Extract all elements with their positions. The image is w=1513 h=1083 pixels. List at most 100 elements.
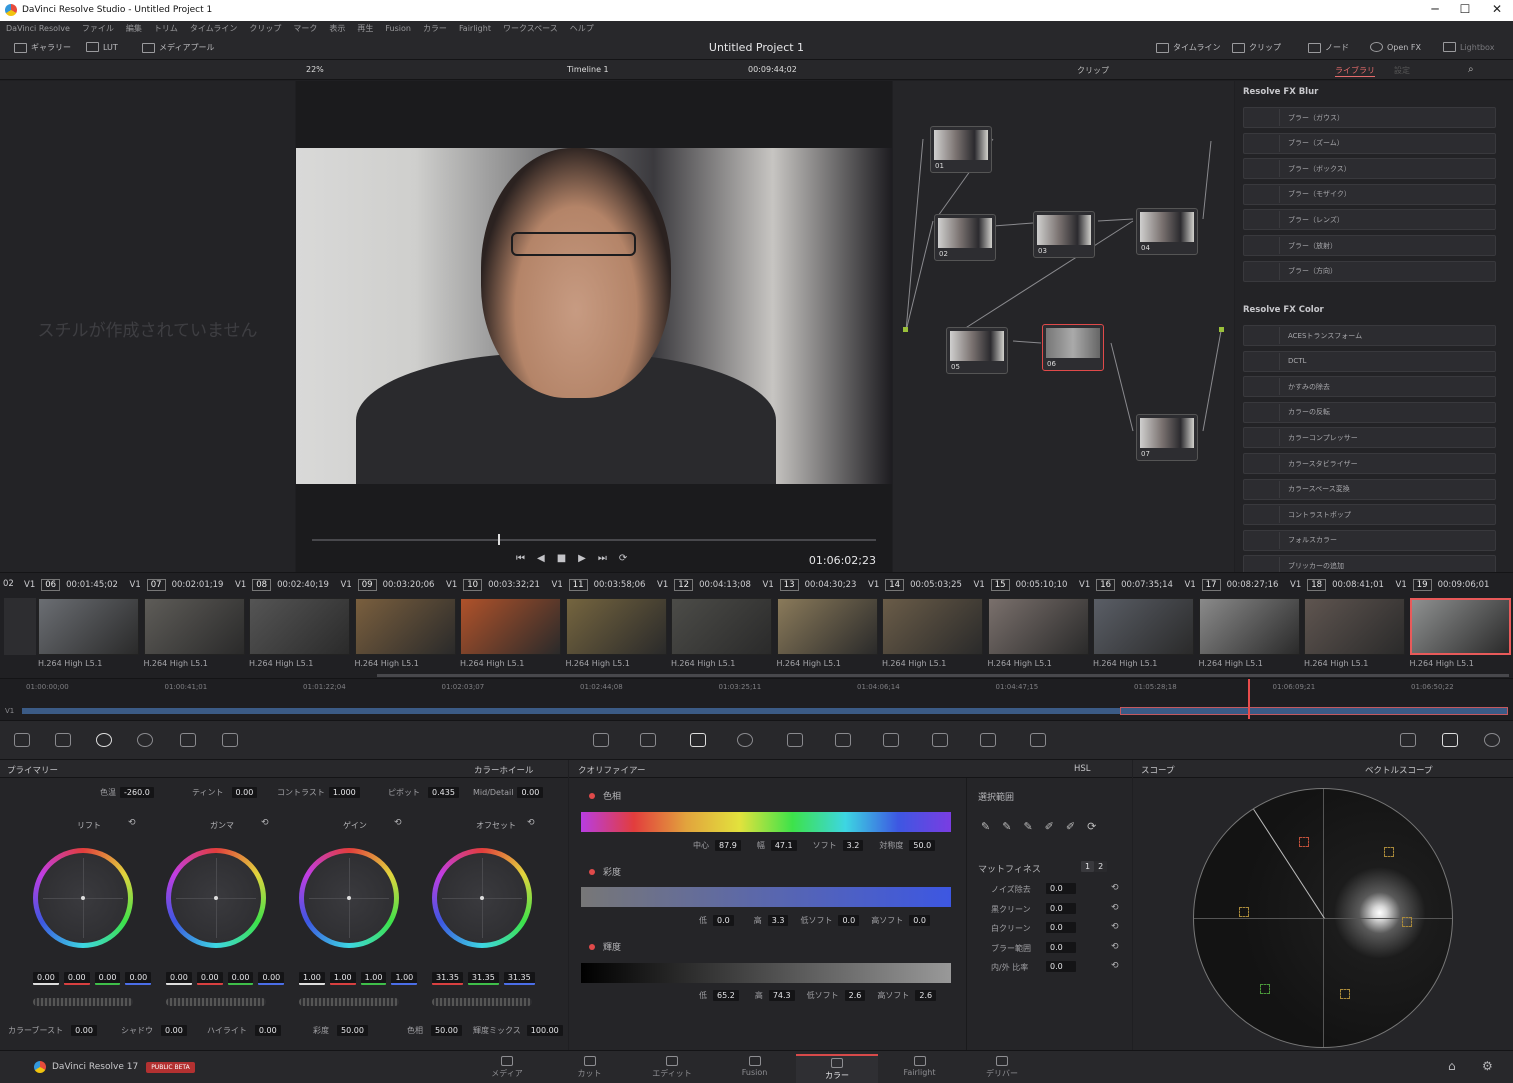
curves-icon[interactable] bbox=[593, 733, 609, 747]
loop-icon[interactable]: ⟳ bbox=[619, 553, 627, 564]
lummix-value[interactable]: 100.00 bbox=[526, 1025, 563, 1036]
matte-row-reset-icon[interactable]: ⟲ bbox=[1111, 922, 1119, 932]
matte-tab-1[interactable]: 1 bbox=[1081, 861, 1095, 872]
lum-range-bar[interactable] bbox=[581, 963, 951, 983]
reset-selection-icon[interactable]: ⟳ bbox=[1087, 820, 1096, 833]
close-button[interactable]: ✕ bbox=[1482, 2, 1512, 18]
nodes-toggle-button[interactable]: ノード bbox=[1308, 42, 1349, 53]
tint-value[interactable]: 0.00 bbox=[231, 787, 258, 798]
highlight-value[interactable]: 0.00 bbox=[254, 1025, 281, 1036]
clip-thumbnail[interactable] bbox=[882, 598, 983, 655]
matte-row-reset-icon[interactable]: ⟲ bbox=[1111, 942, 1119, 952]
window-icon[interactable] bbox=[737, 733, 753, 747]
feather-plus-icon[interactable]: ✐ bbox=[1066, 820, 1075, 833]
clip-number[interactable]: 14 bbox=[885, 579, 905, 591]
fx-category-blur-header[interactable]: Resolve FX Blur bbox=[1243, 87, 1318, 97]
wheel-value[interactable]: 0.00 bbox=[94, 972, 121, 985]
fx-item-blur-5[interactable]: ブラー（放射） bbox=[1243, 235, 1496, 256]
clip-number[interactable]: 09 bbox=[357, 579, 377, 591]
color-match-icon[interactable] bbox=[55, 733, 71, 747]
color-wheels-icon[interactable] bbox=[96, 733, 112, 747]
wheel-center-handle[interactable] bbox=[347, 896, 351, 900]
viewer-scrubber[interactable] bbox=[312, 539, 876, 541]
matte-row-value[interactable]: 0.0 bbox=[1046, 922, 1076, 933]
menu-item-0[interactable]: DaVinci Resolve bbox=[6, 24, 70, 33]
hue-section-title[interactable]: 色相 bbox=[589, 789, 621, 802]
menu-item-1[interactable]: ファイル bbox=[82, 23, 114, 34]
matte-row-value[interactable]: 0.0 bbox=[1046, 883, 1076, 894]
clip-thumbnail[interactable] bbox=[565, 598, 667, 655]
fx-item-blur-2[interactable]: ブラー（ボックス） bbox=[1243, 158, 1496, 180]
middetail-value[interactable]: 0.00 bbox=[517, 787, 544, 798]
mini-timeline-playhead[interactable] bbox=[1248, 679, 1250, 719]
node-03[interactable]: 03 bbox=[1033, 211, 1095, 258]
viewer-playhead[interactable] bbox=[498, 534, 500, 545]
hdr-wheels-icon[interactable] bbox=[137, 733, 153, 747]
node-06[interactable]: 06 bbox=[1042, 324, 1104, 371]
fx-item-blur-6[interactable]: ブラー（方向） bbox=[1243, 260, 1496, 282]
clip-number[interactable]: 12 bbox=[674, 579, 694, 591]
viewer-toggle-icon[interactable] bbox=[1400, 733, 1416, 747]
wheel-value[interactable]: 0.00 bbox=[227, 972, 254, 985]
sat-high-value[interactable]: 3.3 bbox=[767, 915, 789, 926]
lum-section-title[interactable]: 輝度 bbox=[589, 940, 621, 953]
go-to-end-icon[interactable]: ⏭ bbox=[598, 553, 607, 564]
clip-number[interactable]: 16 bbox=[1096, 579, 1116, 591]
step-back-icon[interactable]: ◀ bbox=[537, 553, 545, 564]
tab-library[interactable]: ライブラリ bbox=[1335, 65, 1375, 77]
clip-number[interactable]: 19 bbox=[1412, 579, 1432, 591]
node-05[interactable]: 05 bbox=[946, 327, 1008, 374]
clip-thumbnail[interactable] bbox=[38, 598, 139, 655]
clip-thumbnail[interactable] bbox=[143, 598, 245, 655]
menu-item-9[interactable]: Fusion bbox=[385, 24, 411, 33]
page-tab-3[interactable]: Fusion bbox=[714, 1054, 796, 1083]
wheel-value[interactable]: 1.00 bbox=[360, 972, 387, 985]
color-warper-icon[interactable] bbox=[640, 733, 656, 747]
hue-width-value[interactable]: 47.1 bbox=[770, 840, 797, 851]
scopes-icon[interactable] bbox=[1442, 733, 1458, 747]
wheel-center-handle[interactable] bbox=[480, 896, 484, 900]
clip-thumbnail[interactable] bbox=[354, 598, 456, 655]
wheel-value[interactable]: 0.00 bbox=[63, 972, 90, 985]
wheel-reset-icon[interactable]: ⟲ bbox=[261, 818, 269, 828]
hue-center-value[interactable]: 87.9 bbox=[715, 840, 741, 851]
wheel-reset-icon[interactable]: ⟲ bbox=[394, 818, 402, 828]
wheel-center-handle[interactable] bbox=[81, 896, 85, 900]
3d-icon[interactable] bbox=[1030, 733, 1046, 747]
boost-value[interactable]: 0.00 bbox=[71, 1025, 97, 1036]
menu-item-12[interactable]: ワークスペース bbox=[503, 23, 558, 34]
feather-minus-icon[interactable]: ✐ bbox=[1045, 820, 1054, 833]
saturation-value[interactable]: 50.00 bbox=[337, 1025, 368, 1036]
pivot-value[interactable]: 0.435 bbox=[428, 787, 459, 798]
node-input-source[interactable] bbox=[903, 327, 908, 332]
sat-section-title[interactable]: 彩度 bbox=[589, 865, 621, 878]
lum-enable-icon[interactable] bbox=[589, 943, 595, 950]
clips-toggle-button[interactable]: クリップ bbox=[1232, 42, 1281, 53]
menu-item-8[interactable]: 再生 bbox=[357, 23, 373, 34]
node-04[interactable]: 04 bbox=[1136, 208, 1198, 255]
key-icon[interactable] bbox=[932, 733, 948, 747]
menu-item-11[interactable]: Fairlight bbox=[459, 24, 491, 33]
clip-number[interactable]: 18 bbox=[1307, 579, 1327, 591]
picker-plus-icon[interactable]: ✎ bbox=[1023, 820, 1032, 833]
timeline-name-dropdown[interactable]: Timeline 1 bbox=[567, 65, 609, 74]
timeline-toggle-button[interactable]: タイムライン bbox=[1156, 42, 1220, 53]
blur-icon[interactable] bbox=[883, 733, 899, 747]
clip-number[interactable]: 08 bbox=[252, 579, 272, 591]
lum-hsoft-value[interactable]: 2.6 bbox=[915, 990, 937, 1001]
wheel-reset-icon[interactable]: ⟲ bbox=[128, 818, 136, 828]
fx-item-color-8[interactable]: フォルスカラー bbox=[1243, 529, 1496, 551]
tab-settings[interactable]: 設定 bbox=[1394, 65, 1410, 76]
wheel-master-jog[interactable] bbox=[432, 998, 532, 1006]
play-icon[interactable]: ▶ bbox=[578, 553, 586, 564]
page-tab-4[interactable]: カラー bbox=[796, 1054, 878, 1083]
menu-item-5[interactable]: クリップ bbox=[249, 23, 281, 34]
zoom-dropdown[interactable]: 22% bbox=[306, 65, 324, 74]
clip-thumbnail[interactable] bbox=[1093, 598, 1194, 655]
matte-row-value[interactable]: 0.0 bbox=[1046, 902, 1076, 914]
clip-thumbnail[interactable] bbox=[671, 598, 772, 655]
hue-soft-value[interactable]: 3.2 bbox=[842, 840, 864, 851]
menu-item-6[interactable]: マーク bbox=[293, 23, 317, 34]
temp-value[interactable]: -260.0 bbox=[120, 787, 154, 798]
motion-effects-icon[interactable] bbox=[222, 733, 238, 747]
